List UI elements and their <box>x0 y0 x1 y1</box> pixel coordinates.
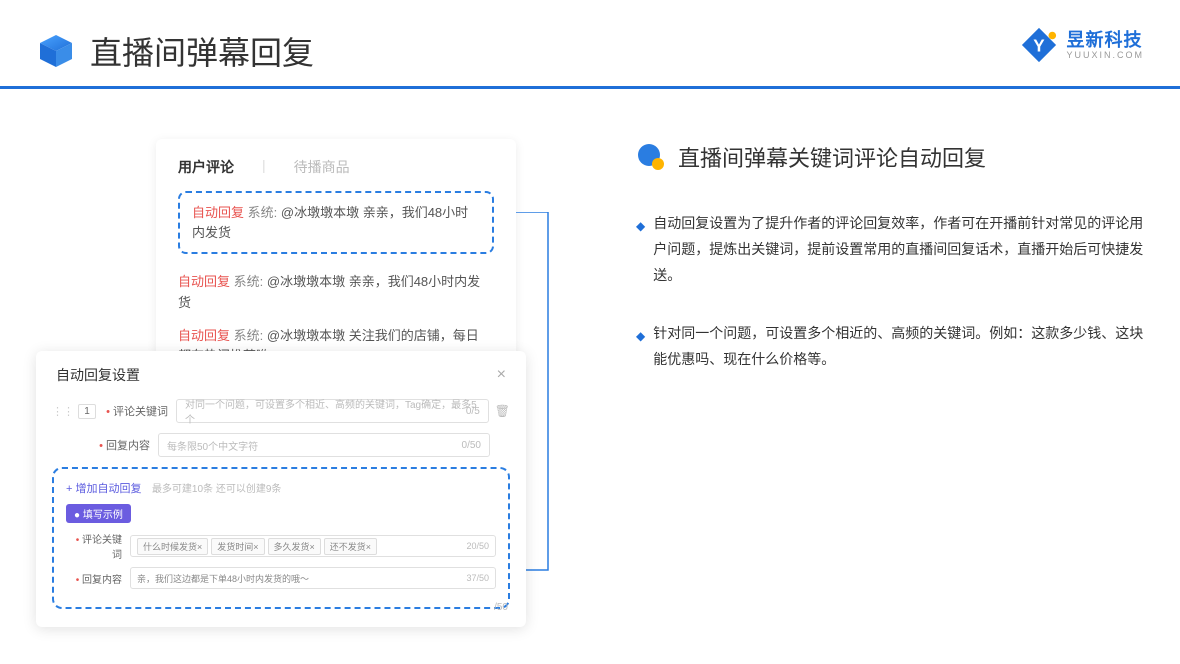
autoreply-settings-modal: 自动回复设置 × ⋮⋮ 1 评论关键词 对同一个问题，可设置多个相近、高频的关键… <box>36 351 526 627</box>
example-content-input[interactable]: 亲，我们这边都是下单48小时内发货的哦～ 37/50 <box>130 567 496 589</box>
content-row: 回复内容 每条限50个中文字符 0/50 <box>52 433 510 457</box>
svg-text:Y: Y <box>1034 37 1046 56</box>
right-column: 直播间弹幕关键词评论自动回复 ◆ 自动回复设置为了提升作者的评论回复效率，作者可… <box>556 139 1144 404</box>
keyword-input[interactable]: 对同一个问题，可设置多个相近、高频的关键词，Tag确定，最多5个 0/5 <box>176 399 489 423</box>
example-keyword-row: 评论关键词 什么时候发货× 发货时间× 多久发货× 还不发货× 20/50 <box>66 531 496 561</box>
trash-icon[interactable]: 🗑 <box>495 404 510 418</box>
brand-block: Y 昱新科技 YUUXIN.COM <box>1020 26 1144 64</box>
diamond-icon: ◆ <box>636 325 645 373</box>
bullet-point: ◆ 自动回复设置为了提升作者的评论回复效率，作者可在开播前针对常见的评论用户问题… <box>636 211 1144 289</box>
example-highlighted: + 增加自动回复 最多可建10条 还可以创建9条 ● 填写示例 评论关键词 什么… <box>52 467 510 609</box>
keyword-label: 评论关键词 <box>104 403 168 419</box>
close-icon[interactable]: × <box>497 366 506 384</box>
tab-pending-products[interactable]: 待播商品 <box>294 157 350 177</box>
brand-sub: YUUXIN.COM <box>1066 51 1144 60</box>
chat-bubble-icon <box>636 142 666 172</box>
tab-user-comments[interactable]: 用户评论 <box>178 157 234 177</box>
add-hint: 最多可建10条 还可以创建9条 <box>152 484 281 495</box>
main-content: 用户评论 | 待播商品 自动回复 系统: @冰墩墩本墩 亲亲，我们48小时内发货… <box>0 89 1180 404</box>
comment-tabs: 用户评论 | 待播商品 <box>178 157 494 177</box>
page-header: 直播间弹幕回复 Y 昱新科技 YUUXIN.COM <box>0 0 1180 89</box>
system-tag: 系统: <box>248 205 278 220</box>
page-title: 直播间弹幕回复 <box>90 28 314 74</box>
autoreply-tag: 自动回复 <box>192 205 244 220</box>
diamond-icon: ◆ <box>636 215 645 289</box>
content-label: 回复内容 <box>86 437 150 453</box>
section-title: 直播间弹幕关键词评论自动回复 <box>636 141 1144 173</box>
example-content-row: 回复内容 亲，我们这边都是下单48小时内发货的哦～ 37/50 <box>66 567 496 589</box>
modal-title: 自动回复设置 <box>56 365 140 385</box>
keyword-row: ⋮⋮ 1 评论关键词 对同一个问题，可设置多个相近、高频的关键词，Tag确定，最… <box>52 399 510 423</box>
left-column: 用户评论 | 待播商品 自动回复 系统: @冰墩墩本墩 亲亲，我们48小时内发货… <box>36 139 556 404</box>
row-number: 1 <box>78 404 96 419</box>
example-keyword-input[interactable]: 什么时候发货× 发货时间× 多久发货× 还不发货× 20/50 <box>130 535 496 557</box>
bullet-point: ◆ 针对同一个问题，可设置多个相近的、高频的关键词。例如：这款多少钱、这块能优惠… <box>636 321 1144 373</box>
add-autoreply-link[interactable]: + 增加自动回复 <box>66 480 141 496</box>
comment-highlighted: 自动回复 系统: @冰墩墩本墩 亲亲，我们48小时内发货 <box>178 191 494 254</box>
comment-item: 自动回复 系统: @冰墩墩本墩 亲亲，我们48小时内发货 <box>178 266 494 320</box>
example-badge: ● 填写示例 <box>66 504 131 523</box>
brand-logo-icon: Y <box>1020 26 1058 64</box>
content-input[interactable]: 每条限50个中文字符 0/50 <box>158 433 490 457</box>
cube-icon <box>36 31 76 71</box>
bottom-count: /50 <box>494 602 508 613</box>
brand-name: 昱新科技 <box>1066 31 1144 49</box>
